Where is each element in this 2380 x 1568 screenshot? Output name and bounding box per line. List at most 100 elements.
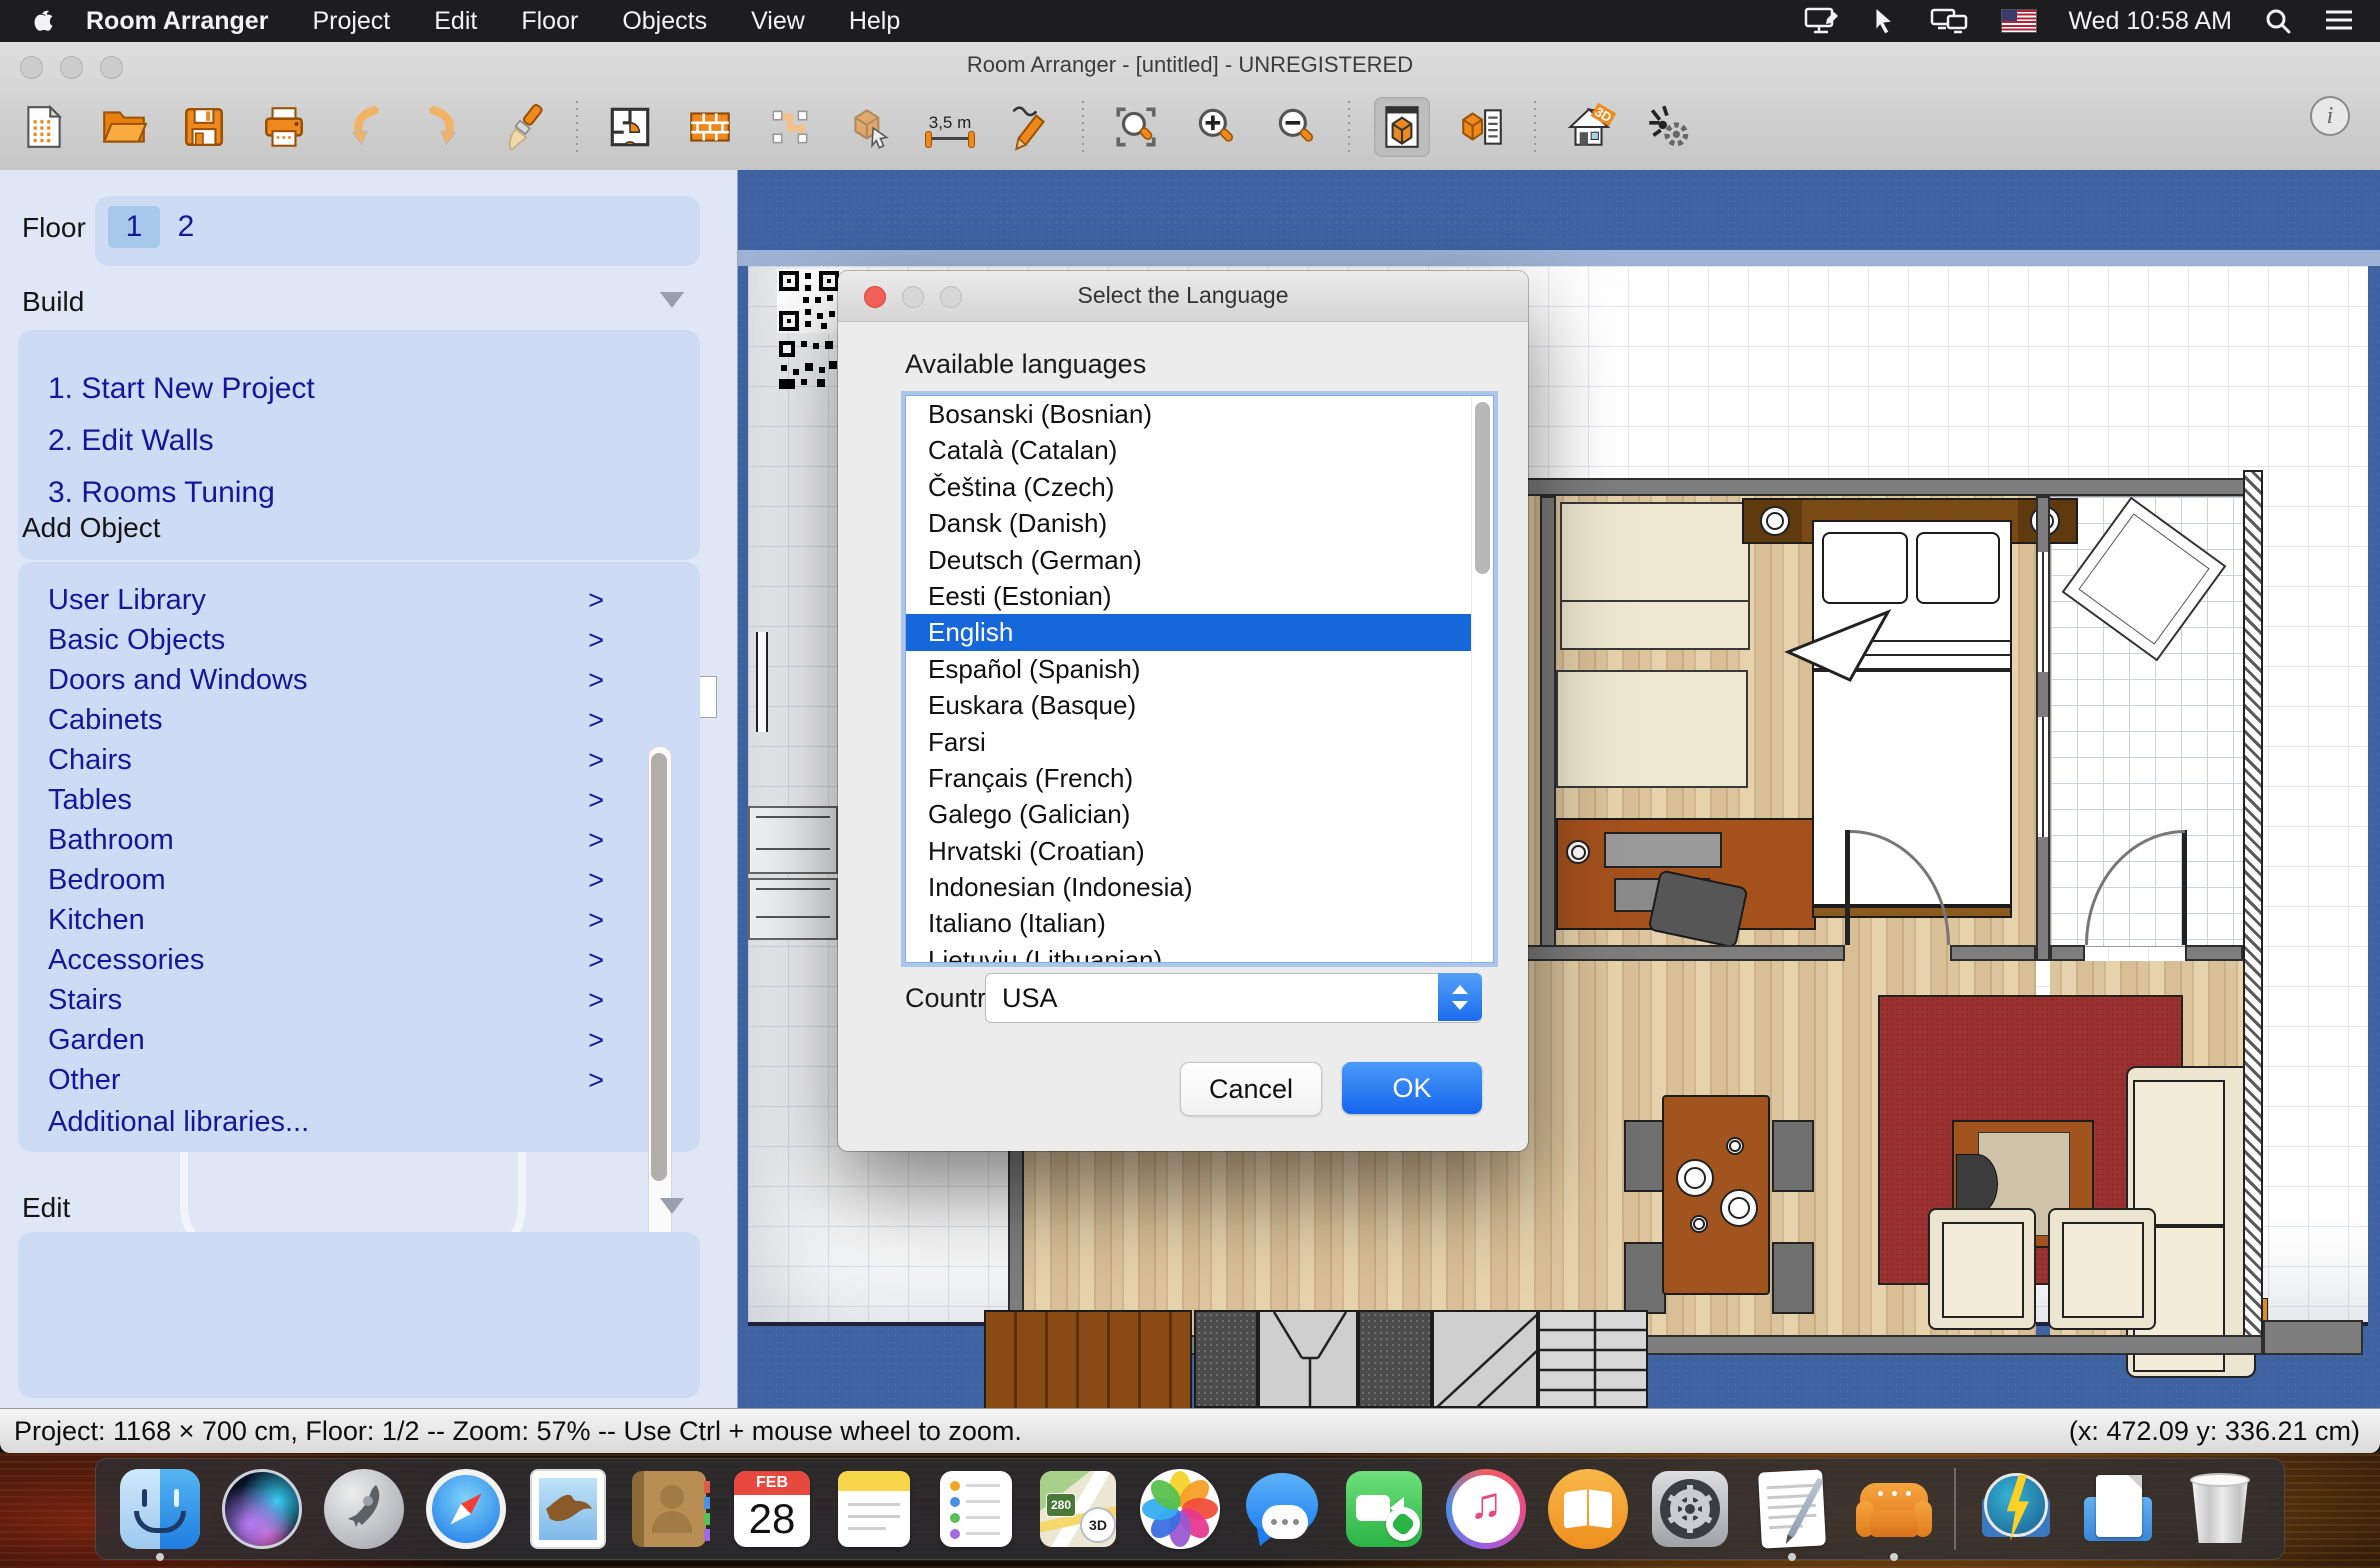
info-button[interactable]: i <box>2310 96 2350 136</box>
wall-hall[interactable] <box>2050 945 2085 961</box>
undo-button[interactable] <box>336 97 392 157</box>
menu-project[interactable]: Project <box>312 7 390 36</box>
language-option[interactable]: Dansk (Danish) <box>906 505 1493 541</box>
dock-messages-icon[interactable] <box>1240 1467 1324 1551</box>
armchair[interactable] <box>2048 1208 2156 1330</box>
category-garden[interactable]: Garden> <box>48 1020 604 1060</box>
language-option[interactable]: Català (Catalan) <box>906 432 1493 468</box>
wall-stub-right[interactable] <box>2263 1320 2363 1355</box>
dock-system-preferences-icon[interactable] <box>1648 1467 1732 1551</box>
object-list-button[interactable] <box>1454 97 1510 157</box>
dock-facetime-icon[interactable] <box>1342 1467 1426 1551</box>
object-browser-button[interactable] <box>1374 97 1430 157</box>
dock-launchpad-icon[interactable] <box>322 1467 406 1551</box>
category-cabinets[interactable]: Cabinets> <box>48 700 604 740</box>
paint-button[interactable] <box>496 97 552 157</box>
additional-libraries-link[interactable]: Additional libraries... <box>48 1102 604 1142</box>
wall-balcony-divider[interactable] <box>2036 496 2050 961</box>
dock-reminders-icon[interactable] <box>934 1467 1018 1551</box>
wardrobe[interactable] <box>1556 670 1748 788</box>
category-doors-and-windows[interactable]: Doors and Windows> <box>48 660 604 700</box>
category-scrollbar-thumb[interactable] <box>651 753 667 1181</box>
stone-tile[interactable] <box>1194 1310 1258 1408</box>
language-option[interactable]: Čeština (Czech) <box>906 469 1493 505</box>
dining-chair[interactable] <box>1624 1242 1666 1314</box>
open-button[interactable] <box>96 97 152 157</box>
dialog-titlebar[interactable]: Select the Language <box>838 271 1528 322</box>
category-accessories[interactable]: Accessories> <box>48 940 604 980</box>
category-other[interactable]: Other> <box>48 1060 604 1100</box>
dining-chair[interactable] <box>1772 1120 1814 1192</box>
stone-tile[interactable] <box>1358 1310 1432 1408</box>
walls-button[interactable] <box>682 97 738 157</box>
dock-safari-icon[interactable] <box>424 1467 508 1551</box>
displays-icon[interactable] <box>1930 6 1970 36</box>
floor-plan-button[interactable] <box>602 97 658 157</box>
language-option[interactable]: Farsi <box>906 724 1493 760</box>
apple-menu-icon[interactable] <box>32 7 56 35</box>
paver-tile[interactable] <box>1432 1310 1538 1408</box>
dock-contacts-icon[interactable] <box>628 1467 712 1551</box>
save-button[interactable] <box>176 97 232 157</box>
category-kitchen[interactable]: Kitchen> <box>48 900 604 940</box>
wall-interior[interactable] <box>1540 496 1556 961</box>
sidecar-display-icon[interactable] <box>1804 6 1840 36</box>
outside-object[interactable] <box>748 806 838 874</box>
zoom-out-button[interactable] <box>1268 97 1324 157</box>
floor-tab-2[interactable]: 2 <box>160 206 212 248</box>
dock-room-arranger-icon[interactable] <box>1852 1467 1936 1551</box>
wall-window-hatch[interactable] <box>2243 470 2263 1355</box>
build-step-2[interactable]: 2. Edit Walls <box>48 424 315 458</box>
category-scrollbar[interactable] <box>648 746 672 1272</box>
dock-maps-icon[interactable]: 280 3D <box>1036 1467 1120 1551</box>
listbox-scrollbar-thumb[interactable] <box>1475 402 1490 574</box>
menu-view[interactable]: View <box>751 7 805 36</box>
language-listbox[interactable]: Bosanski (Bosnian)Català (Catalan)Češtin… <box>905 395 1494 963</box>
menu-clock[interactable]: Wed 10:58 AM <box>2068 7 2232 36</box>
menu-help[interactable]: Help <box>849 7 900 36</box>
spotlight-search-icon[interactable] <box>2264 7 2292 35</box>
category-basic-objects[interactable]: Basic Objects> <box>48 620 604 660</box>
dock-textedit-icon[interactable] <box>1750 1467 1834 1551</box>
language-option[interactable]: Bosanski (Bosnian) <box>906 396 1493 432</box>
category-bedroom[interactable]: Bedroom> <box>48 860 604 900</box>
build-step-1[interactable]: 1. Start New Project <box>48 372 315 406</box>
menu-app-name[interactable]: Room Arranger <box>86 7 268 36</box>
zoom-selection-button[interactable] <box>1108 97 1164 157</box>
language-option[interactable]: Indonesian (Indonesia) <box>906 869 1493 905</box>
dock-siri-icon[interactable] <box>220 1467 304 1551</box>
wood-deck[interactable] <box>984 1310 1192 1410</box>
dock-ibooks-icon[interactable] <box>1546 1467 1630 1551</box>
dining-chair[interactable] <box>1772 1242 1814 1314</box>
dock-trash-icon[interactable] <box>2178 1467 2262 1551</box>
wardrobe[interactable] <box>1560 502 1750 650</box>
country-stepper[interactable] <box>1438 973 1482 1021</box>
listbox-scrollbar[interactable] <box>1471 396 1493 962</box>
dock-mail-icon[interactable] <box>526 1467 610 1551</box>
view-3d-button[interactable]: 3D <box>1560 97 1616 157</box>
wall-hall[interactable] <box>2185 945 2243 961</box>
dock-itunes-icon[interactable]: ♫ <box>1444 1467 1528 1551</box>
dock-finder-icon[interactable] <box>118 1467 202 1551</box>
outside-object[interactable] <box>748 878 838 940</box>
select-object-button[interactable] <box>842 97 898 157</box>
paver-tile[interactable] <box>1258 1310 1358 1408</box>
language-option[interactable]: Français (French) <box>906 760 1493 796</box>
dock-documents-icon[interactable] <box>2076 1467 2160 1551</box>
build-step-3[interactable]: 3. Rooms Tuning <box>48 476 315 510</box>
dock-notes-icon[interactable] <box>832 1467 916 1551</box>
notification-center-icon[interactable] <box>2324 8 2354 34</box>
redo-button[interactable] <box>416 97 472 157</box>
language-option[interactable]: Eesti (Estonian) <box>906 578 1493 614</box>
us-flag-icon[interactable] <box>2002 10 2036 32</box>
measure-button[interactable]: 3,5 m <box>922 97 978 157</box>
language-option[interactable]: Hrvatski (Croatian) <box>906 833 1493 869</box>
dock-photos-icon[interactable] <box>1138 1467 1222 1551</box>
bed[interactable] <box>1812 520 2012 906</box>
language-option[interactable]: Galego (Galician) <box>906 796 1493 832</box>
category-bathroom[interactable]: Bathroom> <box>48 820 604 860</box>
move-points-button[interactable] <box>762 97 818 157</box>
language-option[interactable]: Lietuviu (Lithuanian) <box>906 942 1493 963</box>
ok-button[interactable]: OK <box>1342 1062 1482 1114</box>
menu-objects[interactable]: Objects <box>622 7 707 36</box>
